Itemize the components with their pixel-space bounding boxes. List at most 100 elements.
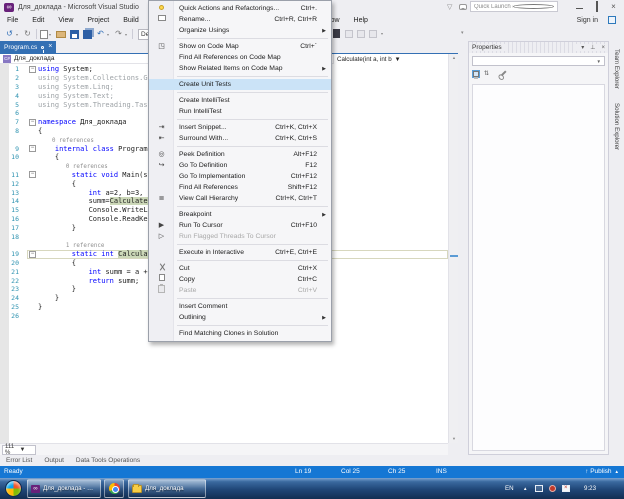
menu-item-find-matching-clones-in-solution[interactable]: Find Matching Clones in Solution — [149, 328, 331, 339]
tray-action-center-icon[interactable] — [562, 485, 570, 492]
save-icon[interactable] — [70, 30, 79, 39]
navigate-forward-icon[interactable]: ↻ — [21, 28, 34, 40]
start-button[interactable] — [5, 480, 22, 497]
new-file-dropdown-icon[interactable]: ▾ — [49, 32, 54, 37]
menu-item-copy[interactable]: CopyCtrl+C — [149, 274, 331, 285]
alphabetical-sort-icon[interactable]: ⇅ — [484, 70, 489, 77]
feedback-filter-icon[interactable]: ▽ — [447, 3, 452, 11]
menu-item-label: Go To Implementation — [179, 173, 291, 180]
language-indicator[interactable]: EN — [505, 478, 514, 499]
menu-build[interactable]: Build — [116, 14, 146, 27]
menu-item-insert-comment[interactable]: Insert Comment — [149, 301, 331, 312]
fold-marker-icon[interactable]: − — [29, 251, 36, 258]
menu-item-view-call-hierarchy[interactable]: ≣View Call HierarchyCtrl+K, Ctrl+T — [149, 193, 331, 204]
categorized-view-icon[interactable] — [472, 70, 480, 78]
toolbar-dropdown-icon[interactable]: ▾ — [381, 31, 386, 36]
menu-item-insert-snippet[interactable]: ⇥Insert Snippet...Ctrl+K, Ctrl+X — [149, 122, 331, 133]
properties-panel: Properties ▾ ⊥ × ▼ ⇅ — [468, 41, 609, 455]
fold-marker-icon[interactable]: − — [29, 171, 36, 178]
properties-grid[interactable] — [472, 84, 605, 451]
surround-icon: ⇤ — [149, 133, 174, 144]
window-position-icon[interactable]: ▾ — [578, 44, 587, 51]
menu-item-breakpoint[interactable]: Breakpoint▶ — [149, 209, 331, 220]
property-pages-icon[interactable] — [499, 70, 506, 77]
close-panel-icon[interactable]: × — [598, 45, 608, 51]
menu-item-go-to-implementation[interactable]: Go To ImplementationCtrl+F12 — [149, 171, 331, 182]
menu-edit[interactable]: Edit — [25, 14, 51, 27]
menu-item-find-all-references-on-code-map[interactable]: Find All References on Code Map — [149, 52, 331, 63]
properties-object-combo[interactable]: ▼ — [472, 56, 605, 66]
menu-item-go-to-definition[interactable]: ↪Go To DefinitionF12 — [149, 160, 331, 171]
tray-monitor-icon[interactable] — [535, 485, 543, 492]
open-file-icon[interactable] — [56, 31, 66, 38]
new-file-icon[interactable] — [40, 30, 48, 39]
bottom-tab-data-tools-operations[interactable]: Data Tools Operations — [70, 457, 146, 464]
menu-item-outlining[interactable]: Outlining▶ — [149, 312, 331, 323]
properties-header[interactable]: Properties ▾ ⊥ × — [469, 42, 608, 53]
menu-item-create-unit-tests[interactable]: Create Unit Tests — [149, 79, 331, 90]
tab-program-cs[interactable]: Program.cs × — [0, 41, 56, 53]
chevron-down-icon: ▼ — [18, 447, 36, 453]
minimize-button[interactable] — [571, 0, 588, 13]
visual-studio-window: ∞ Для_доклада - Microsoft Visual Studio … — [0, 0, 624, 499]
menu-item-rename[interactable]: Rename...Ctrl+R, Ctrl+R — [149, 14, 331, 25]
bottom-tab-output[interactable]: Output — [38, 457, 70, 464]
side-tab-solution-explorer[interactable]: Solution Explorer — [613, 97, 620, 156]
tray-expand-icon[interactable]: ▲ — [523, 478, 527, 499]
menu-item-cut[interactable]: CutCtrl+X — [149, 263, 331, 274]
menu-item-label: Create IntelliTest — [179, 97, 331, 104]
bottom-tab-error-list[interactable]: Error List — [0, 457, 38, 464]
menu-item-label: Show on Code Map — [179, 43, 300, 50]
menu-item-peek-definition[interactable]: ◎Peek DefinitionAlt+F12 — [149, 149, 331, 160]
menu-item-run-to-cursor[interactable]: ▶Run To CursorCtrl+F10 — [149, 220, 331, 231]
side-tab-team-explorer[interactable]: Team Explorer — [613, 43, 620, 95]
pin-icon[interactable]: ⊥ — [587, 44, 598, 51]
menu-item-quick-actions-and-refactorings[interactable]: Quick Actions and Refactorings...Ctrl+. — [149, 3, 331, 14]
line-number: 6 — [0, 109, 27, 117]
notifications-icon[interactable] — [608, 16, 616, 24]
taskbar-vs-button[interactable]: ∞ Для_доклада - Micr... — [27, 479, 101, 498]
redo-icon[interactable]: ↷ — [112, 28, 125, 40]
menu-view[interactable]: View — [51, 14, 80, 27]
menu-item-label: Surround With... — [179, 135, 275, 142]
close-tab-icon[interactable]: × — [48, 41, 52, 53]
quick-launch-input[interactable]: Quick Launch (Ctrl+Q) — [470, 1, 558, 12]
paste-icon — [158, 285, 165, 293]
fold-marker-icon[interactable]: − — [29, 119, 36, 126]
sign-in-link[interactable]: Sign in — [577, 14, 598, 27]
scroll-down-icon[interactable]: ▼ — [449, 435, 459, 443]
send-feedback-icon[interactable] — [459, 4, 467, 10]
taskbar-chrome-button[interactable] — [104, 479, 124, 498]
fold-marker-icon[interactable]: − — [29, 145, 36, 152]
close-button[interactable]: × — [605, 0, 622, 13]
toolbar-overflow-icon[interactable]: ▾ — [461, 30, 464, 36]
taskbar-clock[interactable]: 9:23 — [584, 478, 596, 499]
menu-item-execute-in-interactive[interactable]: Execute in InteractiveCtrl+E, Ctrl+E — [149, 247, 331, 258]
navigate-back-icon[interactable]: ↺ — [3, 28, 16, 40]
menu-help[interactable]: Help — [347, 14, 375, 27]
menu-item-surround-with[interactable]: ⇤Surround With...Ctrl+K, Ctrl+S — [149, 133, 331, 144]
menu-item-show-related-items-on-code-map[interactable]: Show Related Items on Code Map▶ — [149, 63, 331, 74]
menu-file[interactable]: File — [0, 14, 25, 27]
save-all-icon[interactable] — [83, 30, 92, 39]
menu-item-create-intellitest[interactable]: Create IntelliTest — [149, 95, 331, 106]
menu-item-find-all-references[interactable]: Find All ReferencesShift+F12 — [149, 182, 331, 193]
publish-button[interactable]: ↑ Publish ▲ — [585, 466, 619, 478]
editor-vertical-scrollbar[interactable]: ▲ ▼ — [448, 54, 458, 443]
redo-dropdown-icon[interactable]: ▾ — [125, 32, 130, 37]
solution-configurations-icon[interactable] — [333, 29, 340, 38]
menu-item-run-intellitest[interactable]: Run IntelliTest — [149, 106, 331, 117]
pin-tab-icon[interactable] — [41, 46, 44, 49]
menu-item-show-on-code-map[interactable]: ◳Show on Code MapCtrl+` — [149, 41, 331, 52]
scroll-up-icon[interactable]: ▲ — [449, 54, 459, 62]
restore-button[interactable] — [588, 0, 605, 13]
zoom-level-combo[interactable]: 111 % ▼ — [2, 445, 36, 455]
undo-icon[interactable]: ↶ — [94, 28, 107, 40]
nav-project-dropdown[interactable]: Для_доклада — [14, 55, 54, 62]
taskbar-folder-button[interactable]: Для_доклада — [128, 479, 206, 498]
fold-marker-icon[interactable]: − — [29, 66, 36, 73]
menu-project[interactable]: Project — [80, 14, 116, 27]
menu-item-organize-usings[interactable]: Organize Usings▶ — [149, 25, 331, 36]
nav-member-dropdown[interactable]: Calculate(int a, int b) ▼ — [333, 54, 452, 64]
tray-status-icon[interactable] — [549, 485, 556, 492]
